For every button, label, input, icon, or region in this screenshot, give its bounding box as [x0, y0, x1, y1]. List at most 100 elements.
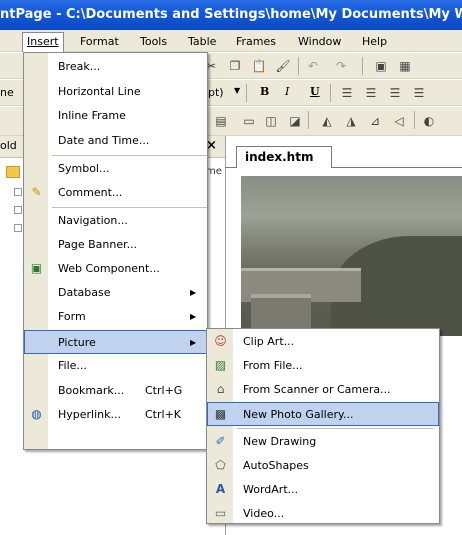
- menu-insert[interactable]: Insert: [22, 32, 64, 52]
- drawing-icon: ✐: [215, 434, 226, 448]
- menu-item-label: Page Banner...: [58, 238, 138, 251]
- menu-item-label: File...: [58, 359, 87, 372]
- window-title: ntPage - C:\Documents and Settings\home\…: [0, 7, 462, 22]
- menu-item-symbol[interactable]: Symbol...: [24, 157, 207, 181]
- folder-path-fragment: me: [206, 166, 222, 177]
- flip-vertical-icon[interactable]: ◁: [390, 112, 408, 130]
- menu-item-web-component[interactable]: ▣ Web Component...: [24, 257, 207, 281]
- menu-frames-label: Frames: [236, 35, 277, 48]
- send-backward-icon[interactable]: ◪: [286, 112, 304, 130]
- flip-horizontal-icon[interactable]: ⊿: [366, 112, 384, 130]
- menu-item-label: Video...: [243, 507, 285, 520]
- align-right-icon[interactable]: ☰: [386, 84, 404, 102]
- menu-item-new-photo-gallery[interactable]: ▩ New Photo Gallery...: [207, 402, 439, 426]
- menu-item-navigation[interactable]: Navigation...: [24, 209, 207, 233]
- clip-art-icon: ☺: [214, 334, 227, 348]
- menu-item-from-file[interactable]: ▨ From File...: [207, 354, 439, 378]
- menu-item-label: Picture: [58, 336, 96, 349]
- style-box[interactable]: ne: [0, 86, 14, 99]
- menu-item-picture[interactable]: Picture ▶: [24, 330, 207, 354]
- menu-item-label: Inline Frame: [58, 109, 126, 122]
- menu-item-label: Date and Time...: [58, 134, 150, 147]
- folder-icon[interactable]: [6, 166, 20, 178]
- menu-item-hyperlink[interactable]: ◍ Hyperlink... Ctrl+K: [24, 403, 207, 427]
- menu-item-wordart[interactable]: A WordArt...: [207, 478, 439, 502]
- tree-expander-icon[interactable]: [14, 206, 22, 214]
- insert-table-icon[interactable]: ▦: [396, 57, 414, 75]
- menu-item-label: Comment...: [58, 186, 123, 199]
- submenu-arrow-icon: ▶: [190, 338, 197, 347]
- menu-table[interactable]: Table: [184, 33, 220, 50]
- menu-tools[interactable]: Tools: [136, 33, 171, 50]
- bold-button[interactable]: B: [260, 85, 269, 98]
- submenu-arrow-icon: ▶: [190, 312, 197, 321]
- format-painter-icon[interactable]: 🖌: [274, 57, 292, 75]
- position-front-icon[interactable]: ▭: [240, 112, 258, 130]
- menu-item-autoshapes[interactable]: ⬠ AutoShapes: [207, 454, 439, 478]
- menu-item-form[interactable]: Form ▶: [24, 305, 207, 329]
- menu-item-label: AutoShapes: [243, 459, 309, 472]
- menu-item-label: Break...: [58, 60, 101, 73]
- menu-item-from-scanner[interactable]: ⌂ From Scanner or Camera...: [207, 378, 439, 402]
- font-size-box[interactable]: pt): [208, 86, 224, 99]
- menu-item-date-and-time[interactable]: Date and Time...: [24, 129, 207, 153]
- menu-item-horizontal-line[interactable]: Horizontal Line: [24, 80, 207, 104]
- hyperlink-icon: ◍: [31, 407, 42, 421]
- menu-item-inline-frame[interactable]: Inline Frame: [24, 104, 207, 128]
- copy-icon[interactable]: ❐: [226, 57, 244, 75]
- underline-button[interactable]: U: [310, 85, 320, 98]
- menu-window[interactable]: Window: [294, 33, 345, 50]
- redo-icon[interactable]: ↷: [332, 57, 350, 75]
- menu-window-label: Window: [298, 35, 342, 48]
- from-file-icon: ▨: [214, 358, 227, 372]
- menu-help[interactable]: Help: [358, 33, 391, 50]
- menu-item-label: New Drawing: [243, 435, 317, 448]
- menu-bar: Insert Format Tools Table Frames Window …: [0, 30, 462, 52]
- tree-expander-icon[interactable]: [14, 224, 22, 232]
- picture-submenu: ☺ Clip Art... ▨ From File... ⌂ From Scan…: [206, 328, 440, 524]
- menu-item-label: Database: [58, 286, 111, 299]
- tab-index-htm[interactable]: index.htm: [236, 146, 332, 168]
- menu-item-label: Clip Art...: [243, 335, 295, 348]
- menu-item-label: Navigation...: [58, 214, 128, 227]
- insert-menu: Break... Horizontal Line Inline Frame Da…: [23, 52, 208, 450]
- rotate-left-icon[interactable]: ◭: [318, 112, 336, 130]
- font-size-dropdown-icon[interactable]: ▼: [234, 86, 240, 95]
- menu-item-video[interactable]: ▭ Video...: [207, 502, 439, 526]
- menu-table-label: Table: [188, 35, 217, 48]
- video-icon: ▭: [214, 506, 227, 520]
- align-left-icon[interactable]: ☰: [338, 84, 356, 102]
- italic-button[interactable]: I: [285, 85, 289, 98]
- wordart-icon: A: [215, 482, 226, 496]
- menu-item-break[interactable]: Break...: [24, 55, 207, 79]
- menu-insert-label: Insert: [27, 35, 59, 48]
- menu-format-label: Format: [80, 35, 119, 48]
- tree-expander-icon[interactable]: [14, 188, 22, 196]
- menu-frames[interactable]: Frames: [232, 33, 280, 50]
- insert-picture-icon[interactable]: ▤: [212, 112, 230, 130]
- contrast-icon[interactable]: ◐: [420, 112, 438, 130]
- great-wall-photo[interactable]: [241, 176, 462, 336]
- bring-forward-icon[interactable]: ◫: [262, 112, 280, 130]
- align-center-icon[interactable]: ☰: [362, 84, 380, 102]
- menu-item-comment[interactable]: ✎ Comment...: [24, 181, 207, 205]
- submenu-arrow-icon: ▶: [190, 288, 197, 297]
- menu-item-database[interactable]: Database ▶: [24, 281, 207, 305]
- scanner-icon: ⌂: [216, 382, 225, 396]
- menu-item-label: New Photo Gallery...: [243, 408, 354, 421]
- menu-separator: [52, 155, 207, 156]
- menu-item-clip-art[interactable]: ☺ Clip Art...: [207, 330, 439, 354]
- menu-item-page-banner[interactable]: Page Banner...: [24, 233, 207, 257]
- justify-icon[interactable]: ☰: [410, 84, 428, 102]
- title-bar: ntPage - C:\Documents and Settings\home\…: [0, 0, 462, 30]
- comment-icon: ✎: [31, 185, 42, 199]
- menu-item-file[interactable]: File...: [24, 354, 207, 378]
- rotate-right-icon[interactable]: ◮: [342, 112, 360, 130]
- shortcut-label: Ctrl+K: [145, 408, 182, 421]
- menu-item-new-drawing[interactable]: ✐ New Drawing: [207, 430, 439, 454]
- menu-format[interactable]: Format: [76, 33, 123, 50]
- menu-item-bookmark[interactable]: Bookmark... Ctrl+G: [24, 379, 207, 403]
- undo-icon[interactable]: ↶: [304, 57, 322, 75]
- web-component-toolbar-icon[interactable]: ▣: [372, 57, 390, 75]
- paste-icon[interactable]: 📋: [250, 57, 268, 75]
